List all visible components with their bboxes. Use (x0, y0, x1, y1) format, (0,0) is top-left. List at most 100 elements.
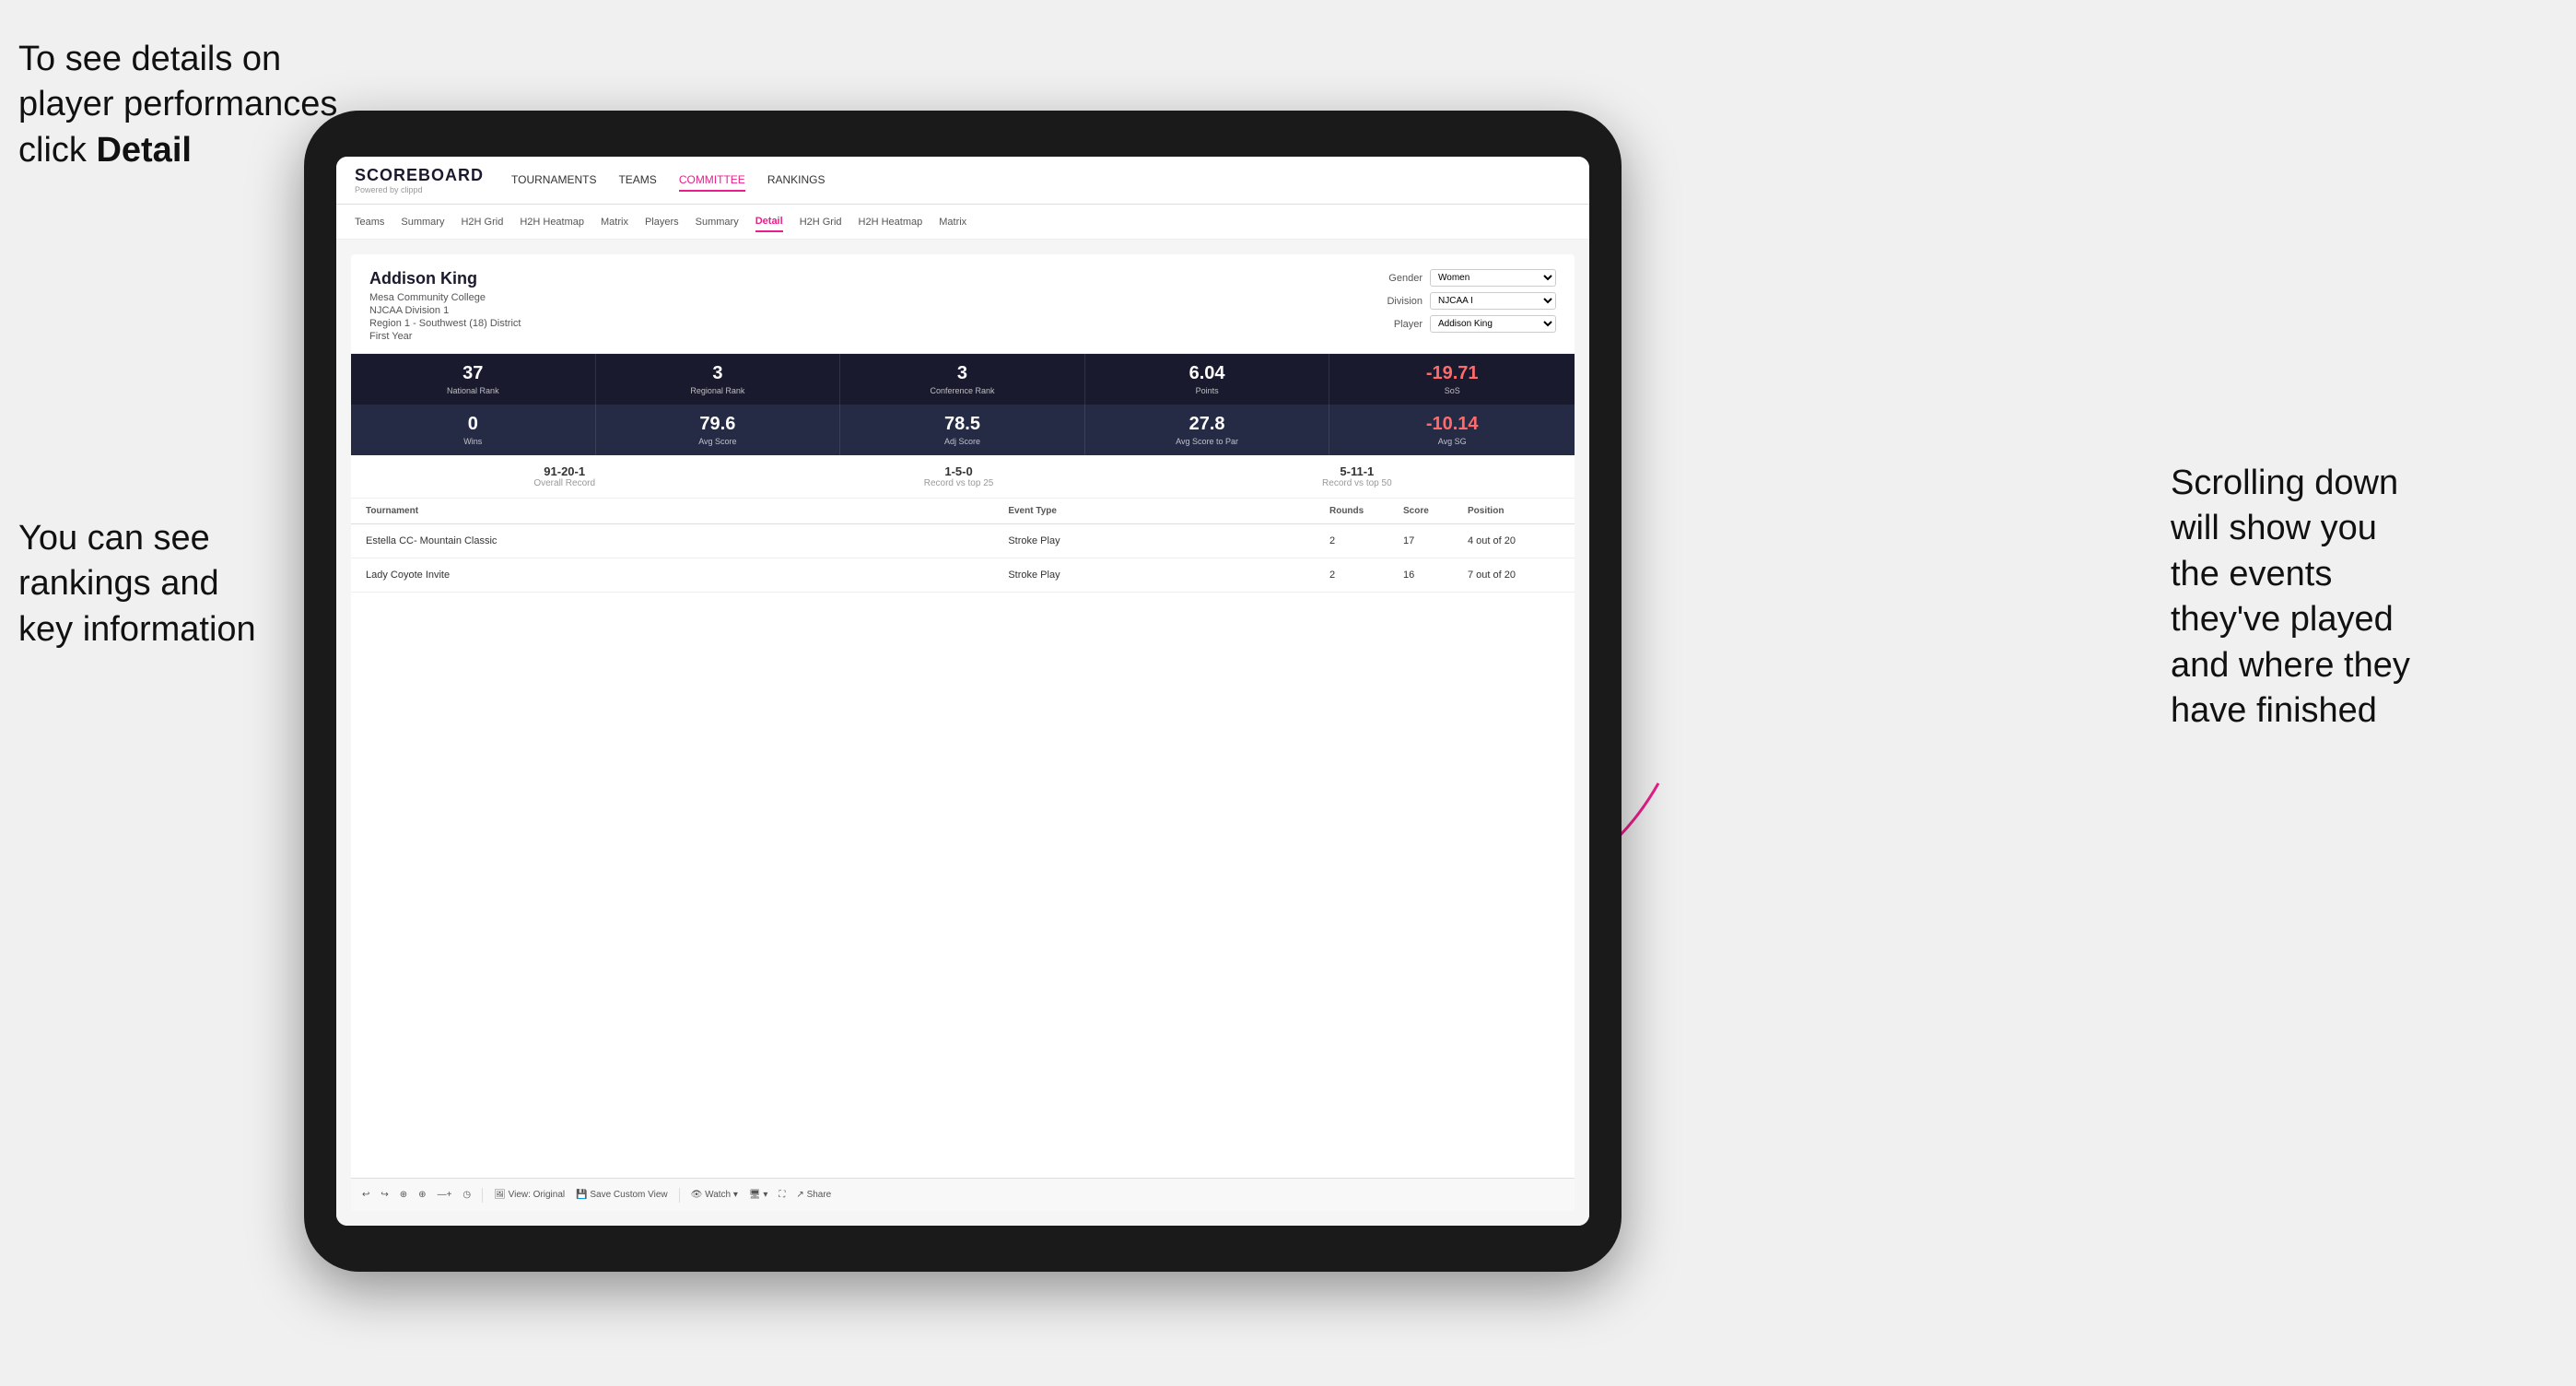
tablet-device: SCOREBOARD Powered by clippd TOURNAMENTS… (304, 111, 1622, 1272)
division-row: Division NJCAA I (1372, 292, 1556, 310)
toolbar-expand[interactable]: ⛶ (779, 1190, 785, 1200)
table-row: Estella CC- Mountain Classic Stroke Play… (351, 524, 1575, 558)
stat-avg-score: 79.6 Avg Score (596, 405, 841, 455)
stat-avg-sg: -10.14 Avg SG (1329, 405, 1575, 455)
stats-row-2: 0 Wins 79.6 Avg Score 78.5 Adj Score 27.… (351, 405, 1575, 455)
stat-avg-score-label: Avg Score (698, 437, 736, 446)
row2-score: 16 (1403, 570, 1468, 581)
subnav-matrix2[interactable]: Matrix (939, 213, 966, 231)
stat-conference-rank-value: 3 (957, 363, 967, 384)
col-score: Score (1403, 506, 1468, 516)
toolbar-watch[interactable]: 👁 Watch ▾ (691, 1190, 738, 1200)
col-tournament: Tournament (366, 506, 1008, 516)
stat-avg-score-par-value: 27.8 (1189, 414, 1225, 435)
nav-rankings[interactable]: RANKINGS (767, 170, 825, 192)
top25-record: 1-5-0 Record vs top 25 (924, 464, 994, 488)
annotation-right: Scrolling down will show you the events … (2171, 461, 2558, 734)
player-name: Addison King (369, 269, 521, 288)
overall-record: 91-20-1 Overall Record (533, 464, 595, 488)
stat-points-value: 6.04 (1189, 363, 1225, 384)
subnav-players[interactable]: Players (645, 213, 679, 231)
overall-record-value: 91-20-1 (544, 464, 585, 478)
toolbar-time[interactable]: ◷ (463, 1190, 471, 1200)
toolbar-zoom[interactable]: —+ (438, 1190, 452, 1200)
stat-national-rank: 37 National Rank (351, 354, 596, 405)
player-controls: Gender Women Division NJCAA I (1372, 269, 1556, 333)
nav-teams[interactable]: TEAMS (618, 170, 656, 192)
content-panel: Addison King Mesa Community College NJCA… (351, 254, 1575, 1211)
stat-avg-score-value: 79.6 (699, 414, 735, 435)
gender-row: Gender Women (1372, 269, 1556, 287)
main-content: Addison King Mesa Community College NJCA… (336, 240, 1589, 1226)
toolbar-save-custom[interactable]: 💾 Save Custom View (576, 1190, 668, 1200)
stat-sos: -19.71 SoS (1329, 354, 1575, 405)
stat-national-rank-value: 37 (463, 363, 483, 384)
division-label: Division (1372, 296, 1423, 307)
player-label: Player (1372, 319, 1423, 330)
toolbar-screen[interactable]: 🖥 ▾ (749, 1190, 768, 1200)
sub-navigation: Teams Summary H2H Grid H2H Heatmap Matri… (336, 205, 1589, 240)
row2-rounds: 2 (1329, 570, 1403, 581)
toolbar-add1[interactable]: ⊕ (400, 1190, 407, 1200)
gender-select[interactable]: Women (1430, 269, 1556, 287)
stat-adj-score-label: Adj Score (944, 437, 980, 446)
toolbar-share[interactable]: ↗ Share (796, 1190, 831, 1200)
subnav-matrix[interactable]: Matrix (601, 213, 628, 231)
top50-record: 5-11-1 Record vs top 50 (1322, 464, 1392, 488)
subnav-h2hheatmap2[interactable]: H2H Heatmap (859, 213, 923, 231)
player-row: Player Addison King (1372, 315, 1556, 333)
player-info: Addison King Mesa Community College NJCA… (369, 269, 521, 344)
subnav-teams[interactable]: Teams (355, 213, 384, 231)
stat-conference-rank-label: Conference Rank (930, 386, 994, 395)
stats-row-1: 37 National Rank 3 Regional Rank 3 Confe… (351, 354, 1575, 405)
row1-position: 4 out of 20 (1468, 535, 1560, 546)
row1-rounds: 2 (1329, 535, 1403, 546)
table-row: Lady Coyote Invite Stroke Play 2 16 7 ou… (351, 558, 1575, 593)
toolbar-redo[interactable]: ↪ (381, 1190, 388, 1200)
stat-sos-label: SoS (1445, 386, 1460, 395)
stat-adj-score: 78.5 Adj Score (840, 405, 1085, 455)
stat-regional-rank: 3 Regional Rank (596, 354, 841, 405)
player-year: First Year (369, 331, 521, 342)
toolbar-divider1 (482, 1188, 483, 1203)
stat-sos-value: -19.71 (1426, 363, 1479, 384)
row2-event-type: Stroke Play (1008, 570, 1329, 581)
subnav-h2hgrid2[interactable]: H2H Grid (800, 213, 842, 231)
row2-position: 7 out of 20 (1468, 570, 1560, 581)
nav-committee[interactable]: COMMITTEE (679, 170, 745, 192)
toolbar-view-original[interactable]: 🖼 View: Original (494, 1190, 565, 1200)
stat-wins-value: 0 (468, 414, 478, 435)
top25-record-value: 1-5-0 (944, 464, 972, 478)
stat-adj-score-value: 78.5 (944, 414, 980, 435)
stat-points-label: Points (1196, 386, 1219, 395)
stat-avg-sg-value: -10.14 (1426, 414, 1479, 435)
stat-wins: 0 Wins (351, 405, 596, 455)
row1-tournament: Estella CC- Mountain Classic (366, 535, 1008, 546)
toolbar-undo[interactable]: ↩ (362, 1190, 369, 1200)
subnav-summary[interactable]: Summary (401, 213, 444, 231)
nav-items: TOURNAMENTS TEAMS COMMITTEE RANKINGS (511, 170, 825, 192)
player-select[interactable]: Addison King (1430, 315, 1556, 333)
toolbar-add2[interactable]: ⊕ (418, 1190, 426, 1200)
row1-score: 17 (1403, 535, 1468, 546)
top50-record-value: 5-11-1 (1340, 464, 1374, 478)
subnav-h2hheatmap[interactable]: H2H Heatmap (520, 213, 584, 231)
subnav-summary2[interactable]: Summary (696, 213, 739, 231)
subnav-h2hgrid[interactable]: H2H Grid (461, 213, 503, 231)
events-table: Tournament Event Type Rounds Score Posit… (351, 499, 1575, 1178)
stat-regional-rank-value: 3 (712, 363, 722, 384)
col-event-type: Event Type (1008, 506, 1329, 516)
tablet-screen: SCOREBOARD Powered by clippd TOURNAMENTS… (336, 157, 1589, 1226)
player-header: Addison King Mesa Community College NJCA… (351, 254, 1575, 354)
overall-record-label: Overall Record (533, 478, 595, 488)
top50-record-label: Record vs top 50 (1322, 478, 1392, 488)
logo-text: SCOREBOARD (355, 166, 484, 185)
col-rounds: Rounds (1329, 506, 1403, 516)
division-select[interactable]: NJCAA I (1430, 292, 1556, 310)
row1-event-type: Stroke Play (1008, 535, 1329, 546)
player-region: Region 1 - Southwest (18) District (369, 318, 521, 329)
stat-conference-rank: 3 Conference Rank (840, 354, 1085, 405)
subnav-detail[interactable]: Detail (755, 212, 783, 232)
top-navigation: SCOREBOARD Powered by clippd TOURNAMENTS… (336, 157, 1589, 205)
nav-tournaments[interactable]: TOURNAMENTS (511, 170, 596, 192)
